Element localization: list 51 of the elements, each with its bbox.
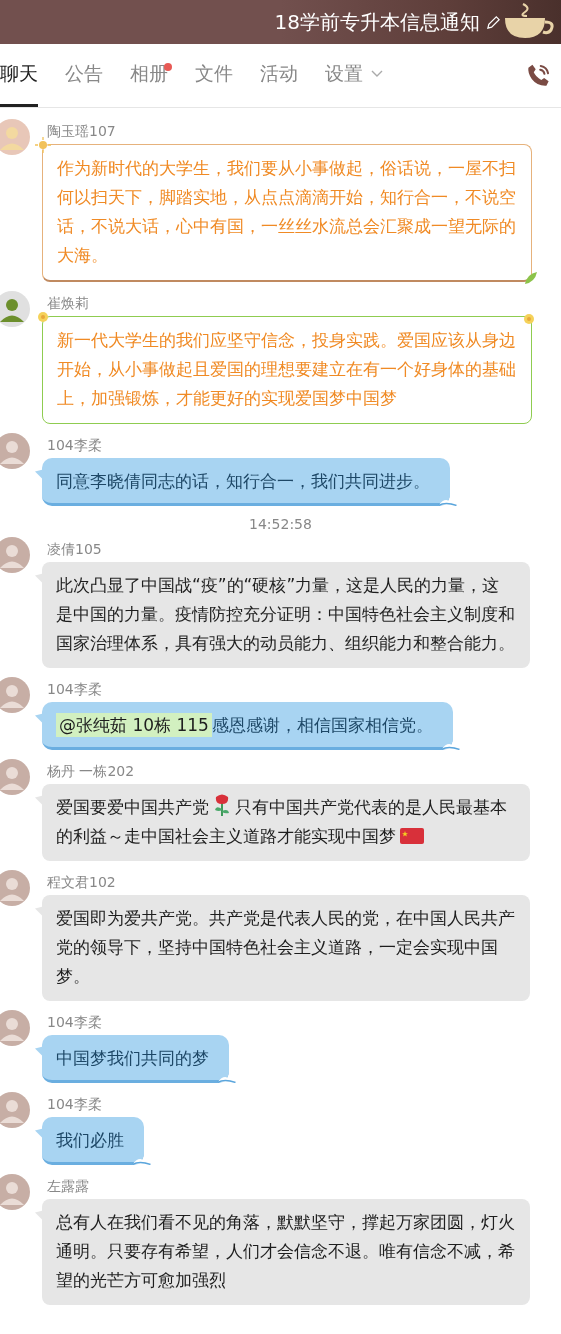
tab[interactable]: 公告	[65, 44, 103, 107]
sender-name: 104李柔	[47, 1095, 102, 1113]
tab[interactable]: 相册	[130, 44, 168, 107]
message-text: 此次凸显了中国战“疫”的“硬核”力量，这是人民的力量，这是中国的力量。疫情防控充分证明：中国特色社会主义制度和国家治理体系，具有强大的动员能力、组织能力和整合能力。	[56, 575, 515, 653]
avatar	[0, 677, 30, 713]
avatar	[0, 433, 30, 469]
wave-icon	[440, 741, 460, 750]
sender-name: 左露露	[47, 1177, 89, 1195]
message-text: 感恩感谢，相信国家相信党。	[211, 715, 433, 735]
tab[interactable]: 聊天	[0, 44, 38, 107]
message-text: 同意李晓倩同志的话，知行合一，我们共同进步。	[56, 471, 430, 491]
message-text: 中国梦我们共同的梦	[56, 1048, 209, 1068]
sender-name: 104李柔	[47, 436, 102, 454]
avatar	[0, 1010, 30, 1046]
flag-icon	[399, 826, 425, 846]
group-title: 18学前专升本信息通知	[274, 8, 480, 36]
sender-name: 程文君102	[47, 873, 116, 891]
flower-icon	[35, 309, 51, 325]
avatar	[0, 537, 30, 573]
flower-icon	[521, 311, 537, 327]
message-text: 爱国要爱中国共产党 只有中国共产党代表的是人民最基本的利益～走中国社会主义道路才能实现中国梦	[56, 793, 516, 851]
message-text: 新一代大学生的我们应坚守信念，投身实践。爱国应该从身边开始，从小事做起且爱国的理想要建立在有一个好身体的基础上，加强锻炼，才能更好的实现爱国梦中国梦	[57, 330, 516, 408]
message-text: 作为新时代的大学生，我们要从小事做起，俗话说，一屋不扫何以扫天下，脚踏实地，从点点滴滴开始，知行合一，不说空话，不说大话，心中有国，一丝丝水流总会汇聚成一望无际的大海。	[57, 158, 516, 265]
sun-icon	[35, 137, 51, 153]
mention-tag[interactable]: @张纯茹 10栋 115	[56, 713, 212, 737]
tab[interactable]: 设置	[325, 44, 383, 107]
tab[interactable]: 活动	[260, 44, 298, 107]
avatar	[0, 291, 30, 327]
tab[interactable]: 文件	[195, 44, 233, 107]
avatar	[0, 1092, 30, 1128]
sender-name: 104李柔	[47, 1013, 102, 1031]
avatar	[0, 1174, 30, 1210]
timestamp: 14:52:58	[248, 516, 313, 532]
message-text: 我们必胜	[56, 1130, 124, 1150]
wave-icon	[438, 497, 457, 506]
wave-icon	[132, 1156, 151, 1165]
edit-icon[interactable]	[486, 14, 501, 30]
phone-icon[interactable]	[525, 62, 552, 89]
sender-name: 104李柔	[47, 680, 102, 698]
sender-name: 陶玉瑶107	[47, 122, 116, 140]
message-text: 爱国即为爱共产党。共产党是代表人民的党，在中国人民共产党的领导下，坚持中国特色社会主义道路，一定会实现中国梦。	[56, 908, 515, 986]
avatar	[0, 870, 30, 906]
avatar	[0, 119, 30, 155]
message-text: 总有人在我们看不见的角落，默默坚守，撑起万家团圆，灯火通明。只要存有希望，人们才会信念不退。唯有信念不减，希望的光芒方可愈加强烈	[56, 1212, 515, 1290]
sender-name: 凌倩105	[47, 540, 102, 558]
rose-icon	[212, 793, 232, 817]
wave-icon	[217, 1074, 236, 1083]
avatar	[0, 759, 30, 795]
leaf-icon	[523, 270, 539, 286]
sender-name: 崔焕莉	[47, 294, 89, 312]
sender-name: 杨丹 一栋202	[47, 762, 135, 780]
